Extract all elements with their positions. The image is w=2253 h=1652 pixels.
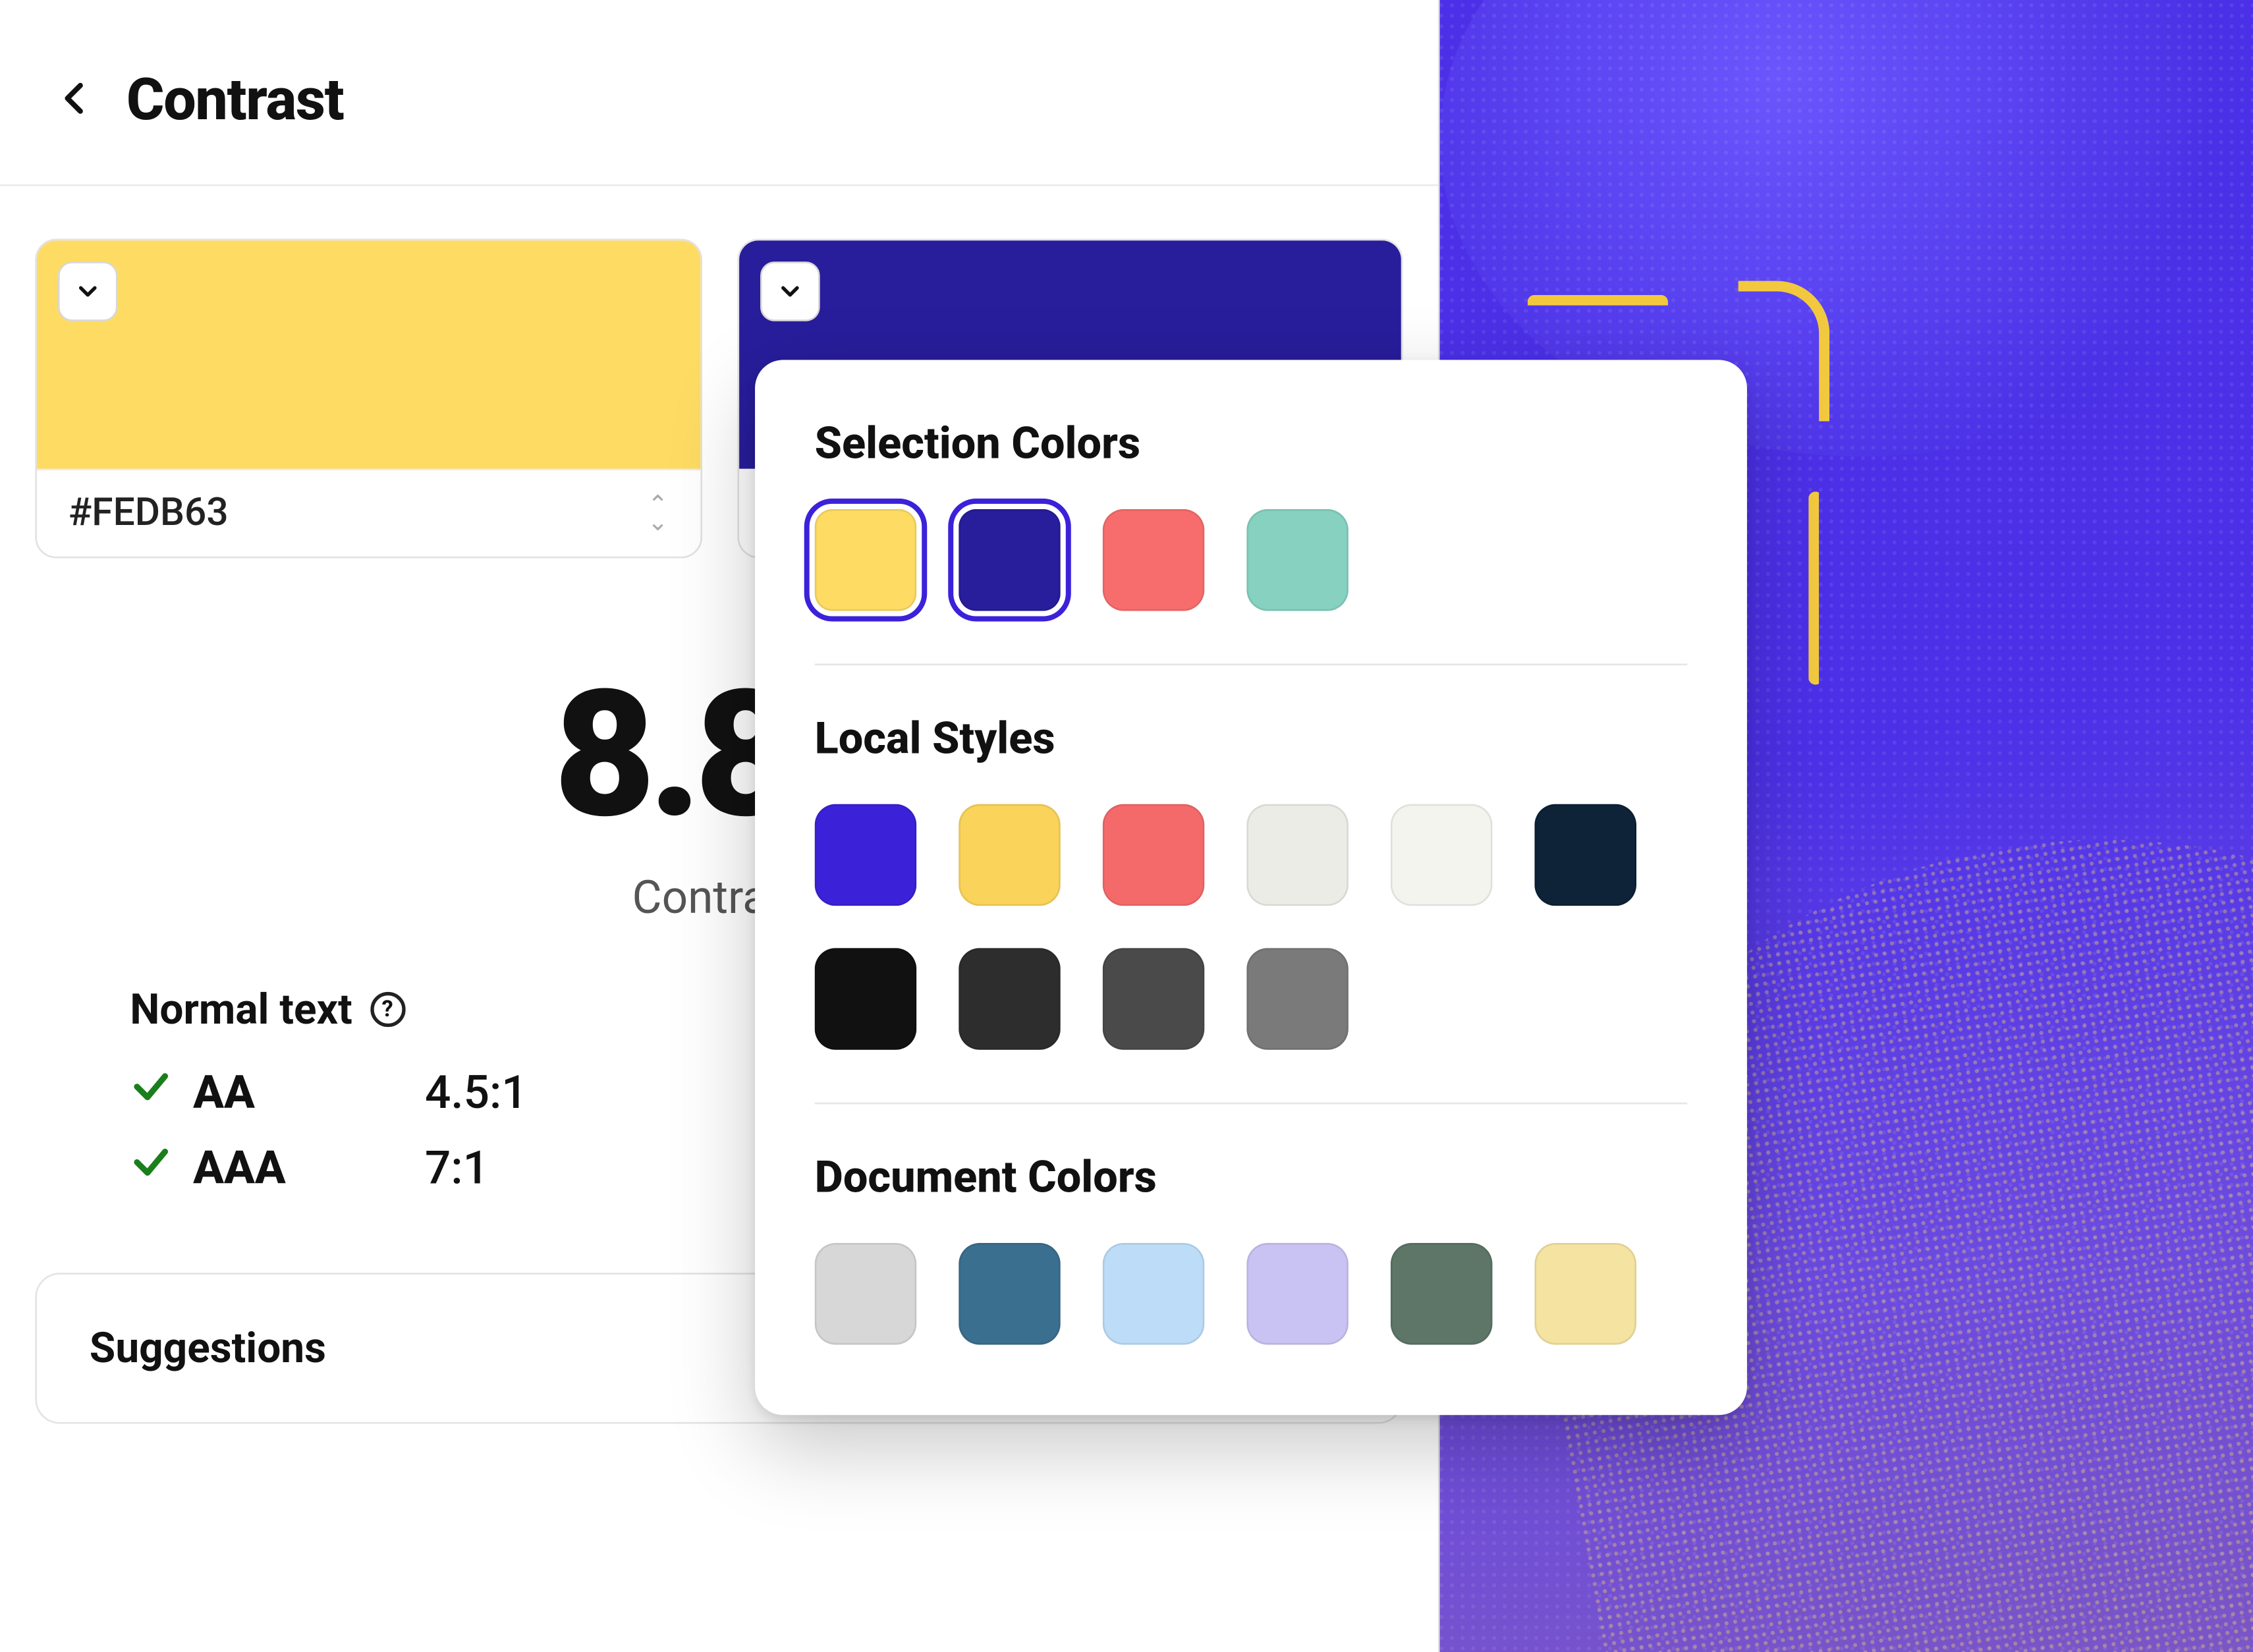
popover-section-title-local: Local Styles	[815, 715, 1688, 765]
check-threshold: 4.5:1	[425, 1066, 528, 1119]
local-style-swatch[interactable]	[1391, 804, 1493, 906]
document-color-swatch[interactable]	[1246, 1243, 1349, 1345]
popover-divider	[815, 663, 1688, 665]
selection-color-swatch[interactable]	[1246, 509, 1349, 611]
local-style-swatch[interactable]	[1103, 804, 1205, 906]
stepper-icon[interactable]: ⌃⌄	[648, 498, 668, 530]
document-color-swatch[interactable]	[1103, 1243, 1205, 1345]
check-pass-icon	[130, 1066, 172, 1120]
selection-color-swatch[interactable]	[1103, 509, 1205, 611]
foreground-picker-button[interactable]	[58, 262, 118, 321]
foreground-hex-field[interactable]: #FEDB63 ⌃⌄	[37, 469, 700, 557]
canvas-yellow-stroke	[1808, 491, 1822, 684]
help-icon[interactable]: ?	[370, 992, 404, 1027]
color-picker-popover: Selection Colors Local Styles Document C…	[755, 360, 1747, 1415]
local-styles-grid	[815, 804, 1688, 1050]
selection-color-swatch[interactable]	[815, 509, 917, 611]
document-color-swatch[interactable]	[959, 1243, 1061, 1345]
canvas-yellow-stroke	[1738, 281, 1830, 421]
popover-section-title-selection: Selection Colors	[815, 420, 1688, 470]
local-style-swatch[interactable]	[1246, 804, 1349, 906]
panel-header: Contrast	[0, 0, 1438, 186]
foreground-swatch[interactable]	[37, 240, 700, 468]
document-color-swatch[interactable]	[1534, 1243, 1636, 1345]
popover-divider	[815, 1103, 1688, 1105]
local-style-swatch[interactable]	[959, 804, 1061, 906]
check-threshold: 7:1	[425, 1142, 489, 1195]
document-colors-grid	[815, 1243, 1688, 1345]
local-style-swatch[interactable]	[1103, 948, 1205, 1050]
popover-section-title-document: Document Colors	[815, 1153, 1688, 1204]
local-style-swatch[interactable]	[815, 948, 917, 1050]
selection-color-swatch[interactable]	[959, 509, 1061, 611]
selection-colors-grid	[815, 509, 1688, 611]
document-color-swatch[interactable]	[1391, 1243, 1493, 1345]
check-pass-icon	[130, 1141, 172, 1196]
check-level: AAA	[193, 1142, 333, 1195]
local-style-swatch[interactable]	[1246, 948, 1349, 1050]
back-icon[interactable]	[56, 71, 95, 131]
local-style-swatch[interactable]	[815, 804, 917, 906]
background-picker-button[interactable]	[760, 262, 820, 321]
local-style-swatch[interactable]	[1534, 804, 1636, 906]
local-style-swatch[interactable]	[959, 948, 1061, 1050]
foreground-color-card: #FEDB63 ⌃⌄	[35, 238, 701, 558]
foreground-hex-value: #FEDB63	[69, 491, 229, 536]
check-level: AA	[193, 1066, 333, 1119]
canvas-yellow-stroke	[1528, 295, 1668, 313]
suggestions-title: Suggestions	[90, 1324, 326, 1373]
document-color-swatch[interactable]	[815, 1243, 917, 1345]
panel-title: Contrast	[126, 67, 343, 135]
checks-heading: Normal text	[130, 985, 352, 1034]
